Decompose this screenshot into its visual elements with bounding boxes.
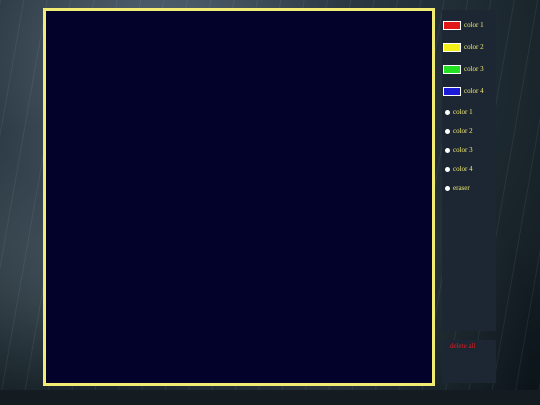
radio-item-color-4[interactable]: color 4 [442,162,473,176]
radio-item-color-1[interactable]: color 1 [442,105,473,119]
swatch-item-color-1[interactable]: color 1 [442,18,484,32]
radio-button[interactable] [445,166,450,172]
swatch-color-3[interactable] [443,64,461,74]
swatch-item-color-3[interactable]: color 3 [442,62,484,76]
swatch-label: color 1 [464,21,484,29]
radio-label: color 4 [453,165,473,173]
drawing-canvas[interactable] [43,8,435,386]
radio-label: color 3 [453,146,473,154]
radio-label: color 1 [453,108,473,116]
bottom-strip [0,390,540,405]
swatch-label: color 2 [464,43,484,51]
swatch-item-color-4[interactable]: color 4 [442,84,484,98]
delete-all-button[interactable]: delete all [450,342,475,350]
tool-panel: color 1 color 2 color 3 color 4 color 1 … [442,10,496,331]
radio-button[interactable] [445,128,450,134]
radio-button[interactable] [445,109,450,115]
swatch-label: color 3 [464,65,484,73]
radio-button[interactable] [445,147,450,153]
swatch-color-4[interactable] [443,86,461,96]
swatch-label: color 4 [464,87,484,95]
swatch-color-1[interactable] [443,20,461,30]
radio-item-color-2[interactable]: color 2 [442,124,473,138]
radio-button[interactable] [445,185,450,191]
radio-item-eraser[interactable]: eraser [442,181,470,195]
radio-item-color-3[interactable]: color 3 [442,143,473,157]
action-panel: delete all [442,340,496,383]
swatch-item-color-2[interactable]: color 2 [442,40,484,54]
radio-label: eraser [453,184,470,192]
radio-label: color 2 [453,127,473,135]
swatch-color-2[interactable] [443,42,461,52]
